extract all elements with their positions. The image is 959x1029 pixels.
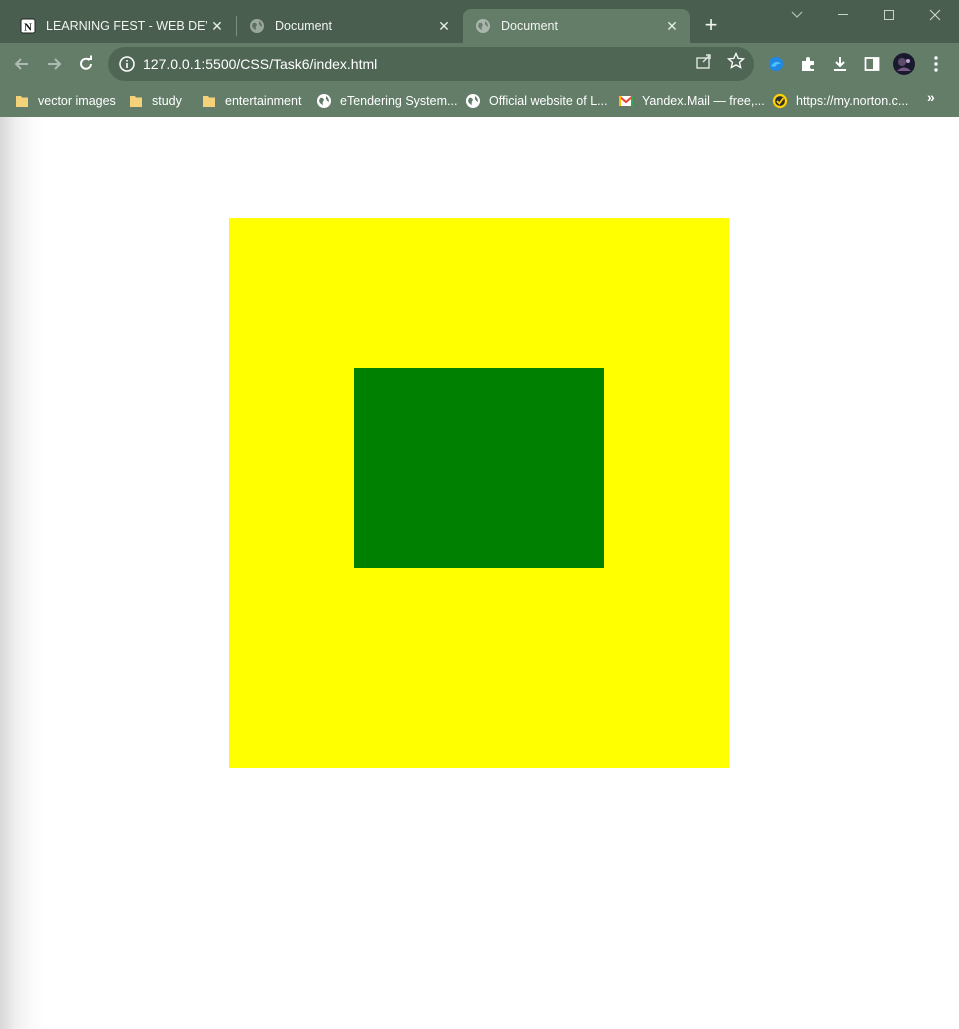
bookmark-label: vector images bbox=[38, 94, 116, 108]
outer-yellow-box bbox=[229, 218, 729, 768]
back-button[interactable] bbox=[10, 52, 34, 76]
bookmark-etendering[interactable]: eTendering System... bbox=[316, 90, 457, 112]
tab-title: LEARNING FEST - WEB DEVELO bbox=[46, 19, 207, 33]
bookmark-official-website[interactable]: Official website of L... bbox=[465, 90, 608, 112]
tab-learning-fest[interactable]: N LEARNING FEST - WEB DEVELO ✕ bbox=[8, 9, 235, 43]
arrow-right-icon bbox=[48, 58, 62, 70]
bookmark-label: Official website of L... bbox=[489, 94, 608, 108]
inner-green-box bbox=[354, 368, 604, 568]
side-panel-button[interactable] bbox=[861, 53, 883, 75]
bookmarks-overflow-button[interactable]: » bbox=[927, 89, 935, 105]
forward-button[interactable] bbox=[42, 52, 66, 76]
profile-button[interactable] bbox=[893, 53, 915, 75]
globe-icon bbox=[466, 94, 480, 108]
avatar bbox=[893, 53, 915, 75]
reload-icon bbox=[80, 55, 92, 70]
minimize-button[interactable] bbox=[820, 4, 866, 26]
globe-icon bbox=[317, 94, 331, 108]
chevron-down-icon bbox=[791, 11, 803, 18]
page-viewport bbox=[0, 117, 959, 1029]
close-icon bbox=[929, 9, 941, 21]
downloads-button[interactable] bbox=[829, 53, 851, 75]
bookmarks-bar: vector images study entertainment eTende… bbox=[0, 85, 959, 117]
arrow-left-icon bbox=[14, 58, 28, 70]
bookmark-label: entertainment bbox=[225, 94, 302, 108]
bookmark-norton[interactable]: https://my.norton.c... bbox=[772, 90, 908, 112]
share-button[interactable] bbox=[694, 51, 714, 71]
bookmark-label: eTendering System... bbox=[340, 94, 458, 108]
bookmark-label: Yandex.Mail — free,... bbox=[642, 94, 765, 108]
download-icon bbox=[834, 57, 846, 71]
bookmark-entertainment[interactable]: entertainment bbox=[201, 90, 301, 112]
menu-button[interactable] bbox=[925, 53, 947, 75]
edge-extension-icon bbox=[769, 57, 783, 71]
folder-icon bbox=[16, 96, 28, 107]
folder-icon bbox=[130, 96, 142, 107]
close-icon[interactable]: ✕ bbox=[662, 16, 682, 36]
reload-button[interactable] bbox=[74, 52, 98, 76]
globe-icon bbox=[250, 19, 264, 33]
browser-toolbar: 127.0.0.1:5500/CSS/Task6/index.html bbox=[0, 43, 959, 85]
minimize-icon bbox=[838, 14, 848, 15]
window-edge-shadow bbox=[0, 117, 44, 1029]
new-tab-button[interactable]: + bbox=[699, 14, 723, 38]
globe-icon bbox=[476, 19, 490, 33]
puzzle-icon bbox=[802, 57, 814, 71]
extensions-button[interactable] bbox=[797, 53, 819, 75]
tab-document-active[interactable]: Document ✕ bbox=[463, 9, 690, 43]
star-icon bbox=[727, 52, 745, 69]
tab-strip: N LEARNING FEST - WEB DEVELO ✕ Document … bbox=[0, 0, 959, 43]
share-icon bbox=[696, 54, 711, 69]
gmail-icon bbox=[618, 95, 634, 106]
close-icon[interactable]: ✕ bbox=[434, 16, 454, 36]
folder-icon bbox=[203, 96, 215, 107]
more-vert-icon bbox=[934, 56, 938, 72]
bookmark-label: study bbox=[152, 94, 182, 108]
bookmark-study[interactable]: study bbox=[128, 90, 182, 112]
tab-document-1[interactable]: Document ✕ bbox=[237, 9, 462, 43]
info-icon[interactable] bbox=[118, 55, 136, 73]
bookmark-vector-images[interactable]: vector images bbox=[14, 90, 116, 112]
url-text[interactable]: 127.0.0.1:5500/CSS/Task6/index.html bbox=[143, 56, 377, 72]
maximize-icon bbox=[884, 10, 894, 20]
notion-icon: N bbox=[20, 18, 36, 34]
norton-icon bbox=[772, 93, 788, 109]
tab-title: Document bbox=[501, 19, 558, 33]
side-panel-icon bbox=[864, 57, 880, 71]
close-window-button[interactable] bbox=[912, 4, 958, 26]
svg-text:N: N bbox=[24, 22, 32, 34]
extension-button[interactable] bbox=[765, 53, 787, 75]
address-bar[interactable]: 127.0.0.1:5500/CSS/Task6/index.html bbox=[108, 47, 754, 81]
tab-title: Document bbox=[275, 19, 332, 33]
bookmark-label: https://my.norton.c... bbox=[796, 94, 909, 108]
bookmark-yandex-mail[interactable]: Yandex.Mail — free,... bbox=[618, 90, 765, 112]
bookmark-star-button[interactable] bbox=[726, 51, 746, 71]
maximize-button[interactable] bbox=[866, 4, 912, 26]
tab-search-button[interactable] bbox=[774, 4, 820, 26]
close-icon[interactable]: ✕ bbox=[207, 16, 227, 36]
